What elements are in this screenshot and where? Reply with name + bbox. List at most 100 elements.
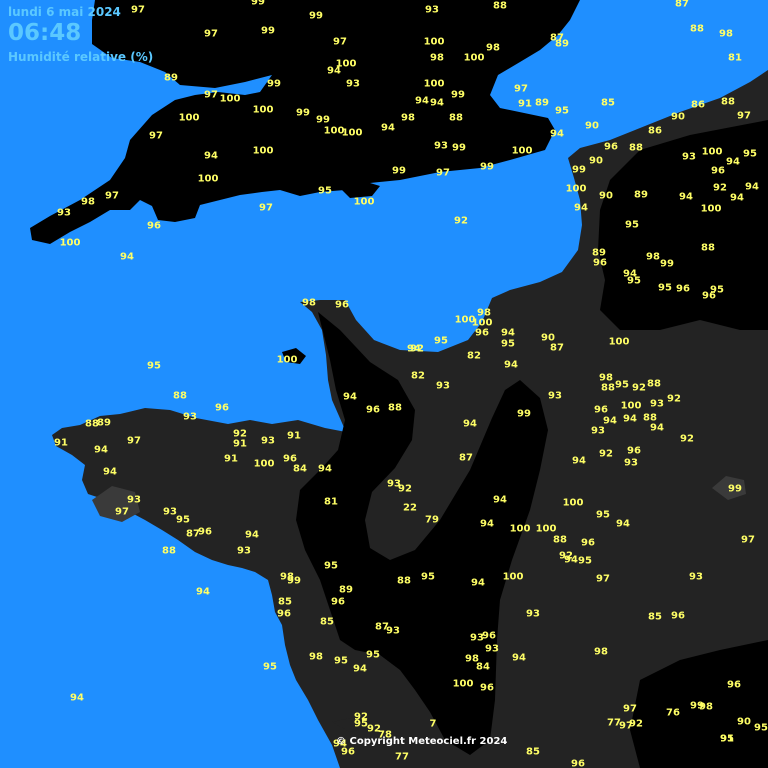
humidity-value: 94: [353, 663, 367, 675]
humidity-value: 87: [675, 0, 689, 10]
humidity-value: 94: [650, 422, 664, 434]
humidity-value: 92: [599, 448, 613, 460]
humidity-value: 81: [324, 496, 338, 508]
humidity-value: 100: [620, 400, 642, 412]
humidity-value: 99: [572, 164, 586, 176]
humidity-value: 98: [401, 112, 415, 124]
humidity-value: 91: [233, 438, 247, 450]
humidity-value: 96: [711, 165, 725, 177]
humidity-value: 99: [287, 575, 301, 587]
humidity-value: 94: [381, 122, 395, 134]
humidity-value: 98: [699, 701, 713, 713]
copyright-notice: © Copyright Meteociel.fr 2024: [336, 736, 508, 747]
humidity-value: 95: [176, 514, 190, 526]
humidity-value: 88: [601, 382, 615, 394]
humidity-value: 96: [331, 596, 345, 608]
humidity-value: 96: [480, 682, 494, 694]
humidity-value: 98: [719, 28, 733, 40]
humidity-value: 93: [624, 457, 638, 469]
humidity-value: 95: [555, 105, 569, 117]
humidity-value: 95: [658, 282, 672, 294]
humidity-value: 97: [127, 435, 141, 447]
humidity-value: 94: [245, 529, 259, 541]
humidity-value: 99: [261, 25, 275, 37]
humidity-value: 93: [127, 494, 141, 506]
humidity-value: 91: [287, 430, 301, 442]
humidity-value: 93: [183, 411, 197, 423]
humidity-value: 100: [423, 78, 445, 90]
humidity-value: 92: [667, 393, 681, 405]
humidity-value: 96: [671, 610, 685, 622]
humidity-value: 88: [388, 402, 402, 414]
humidity-value: 87: [459, 452, 473, 464]
humidity-value: 96: [335, 299, 349, 311]
humidity-value: 100: [511, 145, 533, 157]
humidity-value: 93: [346, 78, 360, 90]
humidity-value: 93: [434, 140, 448, 152]
humidity-value: 94: [730, 192, 744, 204]
humidity-value: 94: [120, 251, 134, 263]
humidity-value: 89: [339, 584, 353, 596]
humidity-value: 94: [493, 494, 507, 506]
humidity-value: 94: [726, 156, 740, 168]
humidity-value: 94: [463, 418, 477, 430]
humidity-value: 85: [601, 97, 615, 109]
humidity-value: 96: [571, 758, 585, 768]
humidity-value: 87: [550, 342, 564, 354]
humidity-value: 91: [54, 437, 68, 449]
humidity-value: 82: [411, 370, 425, 382]
humidity-value: 100: [219, 93, 241, 105]
humidity-value: 100: [353, 196, 375, 208]
humidity-value: 90: [589, 155, 603, 167]
humidity-value: 96: [277, 608, 291, 620]
humidity-value: 97: [333, 36, 347, 48]
humidity-value: 100: [562, 497, 584, 509]
humidity-value: 95: [434, 335, 448, 347]
humidity-value: 100: [452, 678, 474, 690]
humidity-value: 22: [403, 502, 417, 514]
humidity-value: 100: [502, 571, 524, 583]
humidity-value: 95: [366, 649, 380, 661]
humidity-value: 95: [615, 379, 629, 391]
humidity-value: 94: [343, 391, 357, 403]
humidity-value: 96: [215, 402, 229, 414]
humidity-value: 93: [526, 608, 540, 620]
humidity-value: 99: [517, 408, 531, 420]
humidity-value: 85: [526, 746, 540, 758]
humidity-value: 90: [585, 120, 599, 132]
humidity-value: 97: [741, 534, 755, 546]
humidity-value: 95: [627, 275, 641, 287]
humidity-value: 97: [596, 573, 610, 585]
humidity-value: 94: [415, 95, 429, 107]
humidity-value: 95: [743, 148, 757, 160]
humidity-value: 95: [421, 571, 435, 583]
humidity-value: 98: [486, 42, 500, 54]
humidity-value: 89: [555, 38, 569, 50]
humidity-value: 85: [278, 596, 292, 608]
humidity-value: 89: [634, 189, 648, 201]
humidity-value: 95: [596, 509, 610, 521]
humidity-value: 90: [599, 190, 613, 202]
map-time: 06:48: [8, 20, 82, 46]
humidity-value: 93: [689, 571, 703, 583]
humidity-value: 94: [623, 413, 637, 425]
humidity-value: 96: [676, 283, 690, 295]
humidity-value: 88: [449, 112, 463, 124]
humidity-value: 97: [259, 202, 273, 214]
humidity-value: 94: [512, 652, 526, 664]
humidity-value: 93: [650, 398, 664, 410]
humidity-value: 98: [594, 646, 608, 658]
humidity-value: 96: [594, 404, 608, 416]
humidity-value: 100: [700, 203, 722, 215]
humidity-value: 97: [204, 89, 218, 101]
map-date: lundi 6 mai 2024: [8, 5, 121, 19]
humidity-value: 94: [679, 191, 693, 203]
humidity-value: 7: [429, 718, 437, 730]
humidity-value: 88: [647, 378, 661, 390]
humidity-value: 96: [581, 537, 595, 549]
humidity-value: 97: [737, 110, 751, 122]
humidity-value: 96: [366, 404, 380, 416]
humidity-value: 97: [436, 167, 450, 179]
humidity-value: 93: [436, 380, 450, 392]
humidity-value: 86: [648, 125, 662, 137]
